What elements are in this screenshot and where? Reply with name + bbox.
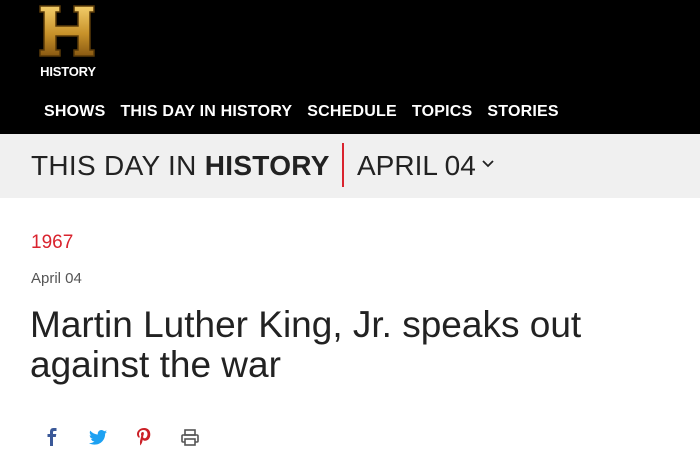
- nav-topics[interactable]: TOPICS: [412, 103, 472, 121]
- facebook-icon[interactable]: [40, 425, 64, 449]
- section-divider: [342, 143, 344, 187]
- nav-shows[interactable]: SHOWS: [44, 103, 105, 121]
- section-title: THIS DAY IN HISTORY: [31, 150, 330, 182]
- logo-wordmark: HISTORY: [40, 64, 96, 79]
- event-date: April 04: [31, 270, 82, 287]
- main-nav: SHOWS THIS DAY IN HISTORY SCHEDULE TOPIC…: [44, 103, 559, 121]
- event-year: 1967: [31, 232, 74, 253]
- nav-schedule[interactable]: SCHEDULE: [307, 103, 397, 121]
- section-title-prefix: THIS DAY IN: [31, 150, 197, 181]
- twitter-icon[interactable]: [86, 425, 110, 449]
- nav-this-day-in-history[interactable]: THIS DAY IN HISTORY: [120, 103, 292, 121]
- pinterest-icon[interactable]: [132, 425, 156, 449]
- chevron-down-icon: [482, 160, 494, 168]
- date-dropdown[interactable]: APRIL 04: [357, 150, 494, 182]
- nav-stories[interactable]: STORIES: [487, 103, 558, 121]
- history-logo[interactable]: HISTORY: [32, 2, 102, 79]
- date-dropdown-value: APRIL 04: [357, 150, 476, 181]
- section-title-bold: HISTORY: [204, 150, 330, 181]
- share-bar: [40, 425, 202, 449]
- history-h-logo-icon: [39, 5, 95, 57]
- site-header: HISTORY SHOWS THIS DAY IN HISTORY SCHEDU…: [0, 0, 700, 134]
- article-title: Martin Luther King, Jr. speaks out again…: [30, 304, 582, 385]
- print-icon[interactable]: [178, 425, 202, 449]
